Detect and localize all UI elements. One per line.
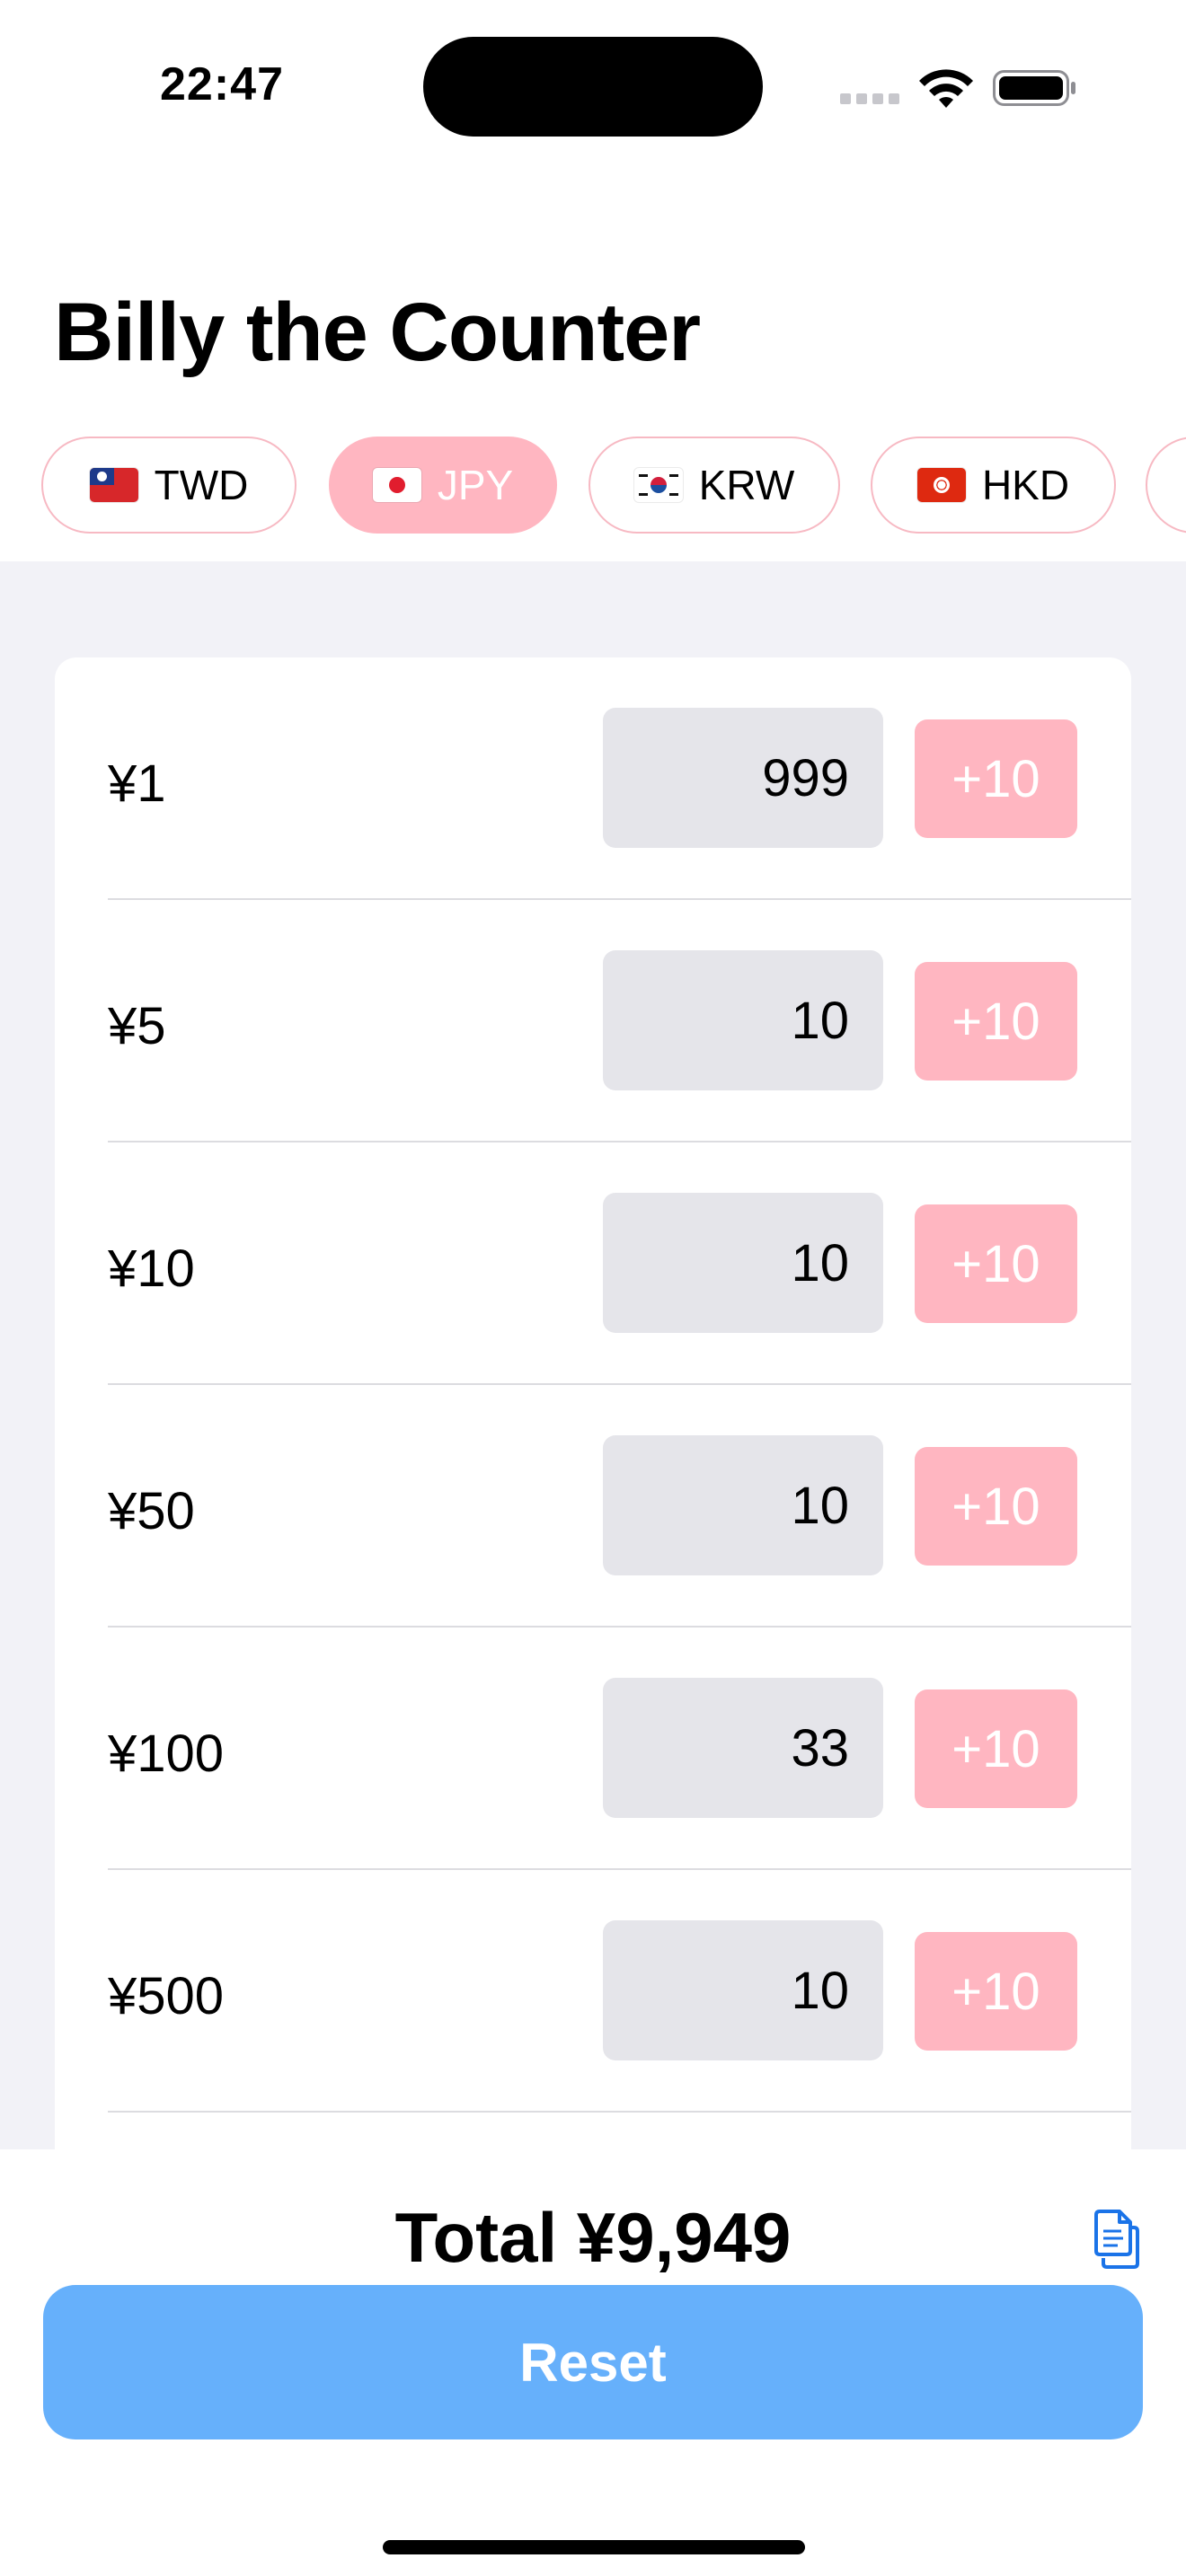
divider [108,2111,1131,2113]
taiwan-flag-icon [89,468,138,502]
denomination-label: ¥100 [108,1725,225,1783]
list-item: ¥5 10 +10 [55,900,1131,1142]
japan-flag-icon [372,468,421,502]
list-item: ¥10 10 +10 [55,1142,1131,1385]
count-input[interactable]: 10 [603,950,883,1090]
plus-ten-button[interactable]: +10 [915,1447,1077,1566]
count-input[interactable]: 10 [603,1193,883,1333]
list-item: ¥100 33 +10 [55,1628,1131,1870]
battery-icon [993,70,1075,106]
denomination-label: ¥1 [108,754,166,813]
home-indicator [383,2540,805,2554]
reset-button[interactable]: Reset [43,2285,1143,2439]
currency-chip-hkd[interactable]: HKD [871,437,1116,534]
dynamic-island [423,37,763,137]
count-input[interactable]: 33 [603,1678,883,1818]
south-korea-flag-icon [633,468,683,502]
denomination-label: ¥10 [108,1239,195,1298]
status-time: 22:47 [160,58,284,110]
plus-ten-button[interactable]: +10 [915,1932,1077,2051]
currency-chip-twd[interactable]: TWD [41,437,296,534]
page-title: Billy the Counter [54,287,701,378]
currency-chip-label: TWD [154,462,249,508]
count-input[interactable]: 999 [603,708,883,848]
currency-chip-label: HKD [981,462,1070,508]
plus-ten-button[interactable]: +10 [915,1689,1077,1808]
currency-selector: TWD JPY KRW HKD [0,437,1186,537]
denomination-label: ¥500 [108,1967,225,2025]
denomination-label: ¥5 [108,997,166,1055]
plus-ten-button[interactable]: +10 [915,962,1077,1081]
plus-ten-button[interactable]: +10 [915,1204,1077,1323]
denomination-label: ¥50 [108,1482,195,1540]
currency-chip-krw[interactable]: KRW [589,437,840,534]
currency-chip-label: JPY [437,462,514,508]
list-item: ¥500 10 +10 [55,1870,1131,2113]
cellular-signal-icon [840,93,899,104]
copy-icon[interactable] [1087,2208,1141,2271]
wifi-icon [919,69,973,108]
denomination-list: ¥1 999 +10 ¥5 10 +10 ¥10 10 +10 ¥50 10 +… [55,657,1131,2149]
plus-ten-button[interactable]: +10 [915,719,1077,838]
total-amount: Total ¥9,949 [394,2198,792,2277]
currency-chip-jpy[interactable]: JPY [329,437,557,534]
hong-kong-flag-icon [916,468,966,502]
count-input[interactable]: 10 [603,1920,883,2060]
list-item: ¥1 999 +10 [55,657,1131,900]
count-input[interactable]: 10 [603,1435,883,1575]
list-item: ¥50 10 +10 [55,1385,1131,1628]
currency-chip-label: KRW [698,462,795,508]
currency-chip-partial[interactable] [1146,437,1186,534]
